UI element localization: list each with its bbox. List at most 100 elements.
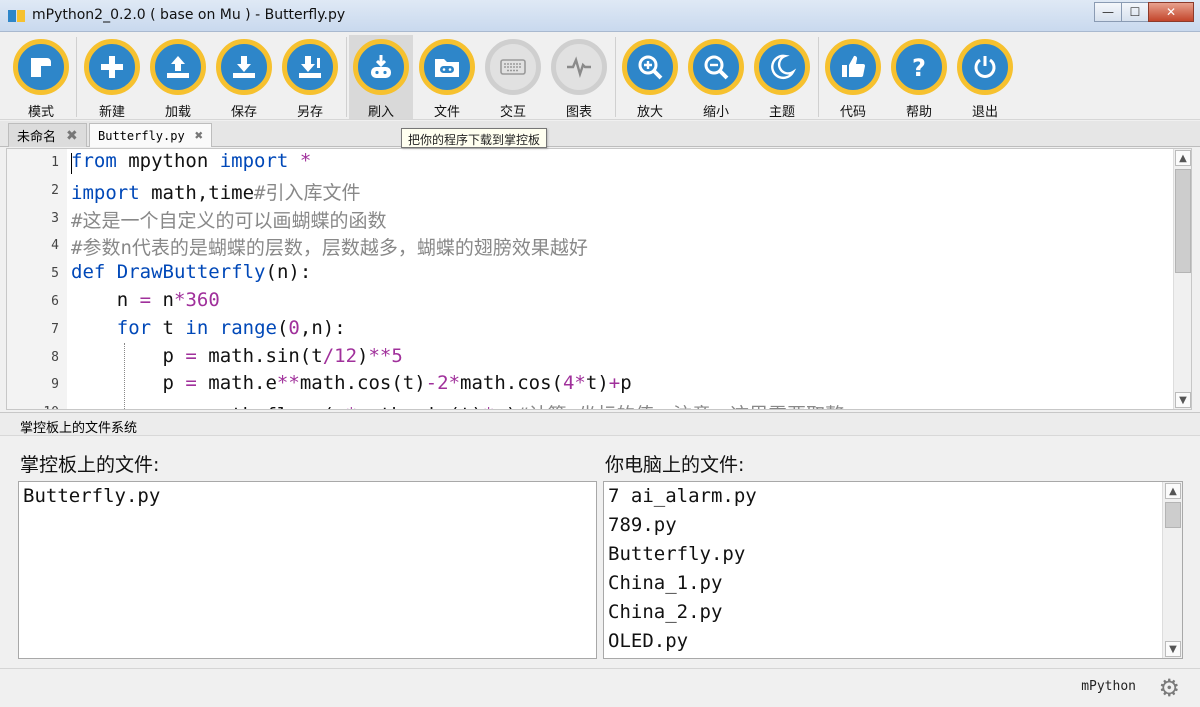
toolbar-separator	[76, 37, 77, 117]
line-number: 4	[51, 238, 59, 254]
new-label: 新建	[98, 105, 125, 120]
editor-scrollbar[interactable]: ▲ ▼	[1173, 149, 1191, 409]
zoom-out-icon	[688, 39, 744, 95]
code-line: #这是一个自定义的可以画蝴蝶的函数	[71, 209, 387, 232]
zoom-in-icon	[622, 39, 678, 95]
save-as-button[interactable]: 另存	[278, 35, 342, 120]
list-item[interactable]: China_2.py	[604, 598, 1182, 627]
computer-files-title: 你电脑上的文件:	[605, 454, 745, 476]
toolbar: 模式 新建 加载 保存 另存 刷入 文件 交互 图表 放大 缩小 主题 代码 ?…	[0, 33, 1200, 120]
list-item[interactable]: 7 ai_alarm.py	[604, 482, 1182, 511]
load-label: 加载	[164, 105, 191, 120]
tab-label: Butterfly.py	[98, 128, 185, 143]
power-icon	[957, 39, 1013, 95]
status-bar: mPython ⚙	[0, 668, 1200, 707]
board-files-title: 掌控板上的文件:	[20, 454, 160, 476]
zoom-in-button[interactable]: 放大	[618, 35, 682, 120]
download-icon	[216, 39, 272, 95]
save-as-icon	[282, 39, 338, 95]
scroll-up-arrow-icon[interactable]: ▲	[1165, 483, 1181, 499]
list-item[interactable]: 789.py	[604, 511, 1182, 540]
files-label: 文件	[433, 105, 460, 120]
help-button[interactable]: ? 帮助	[887, 35, 951, 120]
file-system-header: 掌控板上的文件系统	[0, 412, 1200, 436]
save-button[interactable]: 保存	[212, 35, 276, 120]
plotter-button[interactable]: 图表	[547, 35, 611, 120]
line-number: 8	[51, 349, 59, 365]
flash-button[interactable]: 刷入	[349, 35, 413, 120]
code-line: n = n*360	[71, 288, 220, 311]
code-line: p = math.sin(t/12)**5	[71, 344, 403, 367]
folder-icon	[419, 39, 475, 95]
code-line: def DrawButterfly(n):	[71, 261, 312, 284]
list-item[interactable]: Butterfly.py	[604, 540, 1182, 569]
zoom-in-label: 放大	[636, 105, 663, 120]
flash-label: 刷入	[367, 105, 394, 120]
repl-button[interactable]: 交互	[481, 35, 545, 120]
window-title: mPython2_0.2.0 ( base on Mu ) - Butterfl…	[32, 7, 346, 23]
mode-indicator: mPython	[1081, 679, 1136, 694]
zoom-out-label: 缩小	[702, 105, 729, 120]
list-item[interactable]: Butterfly.py	[19, 482, 596, 511]
window-controls: — ☐ ✕	[1094, 2, 1194, 22]
close-tab-icon[interactable]: ✖	[66, 128, 78, 144]
file-list-scrollbar[interactable]: ▲ ▼	[1162, 482, 1182, 658]
plus-icon	[84, 39, 140, 95]
maximize-button[interactable]: ☐	[1121, 2, 1149, 22]
scroll-down-arrow-icon[interactable]: ▼	[1175, 392, 1191, 408]
tab-butterfly[interactable]: Butterfly.py ✖	[89, 123, 213, 147]
code-line: p = math.e**math.cos(t)-2*math.cos(4*t)+…	[71, 372, 632, 395]
computer-file-list[interactable]: 7 ai_alarm.py 789.py Butterfly.py China_…	[603, 481, 1183, 659]
gear-icon[interactable]: ⚙	[1158, 674, 1180, 702]
plotter-label: 图表	[565, 105, 592, 120]
question-icon: ?	[891, 39, 947, 95]
mode-button[interactable]: 模式	[9, 35, 73, 120]
text-cursor	[71, 153, 72, 174]
board-file-list[interactable]: Butterfly.py	[18, 481, 597, 659]
files-button[interactable]: 文件	[415, 35, 479, 120]
close-tab-icon[interactable]: ✖	[195, 128, 203, 144]
code-editor[interactable]: 1 from mpython import * 2 import math,time…	[6, 148, 1192, 410]
line-number: 3	[51, 210, 59, 226]
mode-icon	[13, 39, 69, 95]
tab-label: 未命名	[17, 130, 57, 145]
repl-label: 交互	[499, 105, 526, 120]
zoom-out-button[interactable]: 缩小	[684, 35, 748, 120]
load-button[interactable]: 加载	[146, 35, 210, 120]
flash-board-icon	[353, 39, 409, 95]
save-as-label: 另存	[296, 105, 323, 120]
toolbar-separator	[346, 37, 347, 117]
flash-tooltip: 把你的程序下载到掌控板	[401, 128, 548, 148]
scroll-up-arrow-icon[interactable]: ▲	[1175, 150, 1191, 166]
help-label: 帮助	[905, 105, 932, 120]
close-window-button[interactable]: ✕	[1148, 2, 1194, 22]
code-line: from mpython import *	[71, 150, 312, 172]
tab-bar: 未命名 ✖ Butterfly.py ✖	[0, 121, 1200, 147]
line-number: 6	[51, 293, 59, 309]
line-number: 10	[7, 405, 59, 409]
theme-button[interactable]: 主题	[750, 35, 814, 120]
scroll-thumb[interactable]	[1175, 169, 1191, 273]
scroll-down-arrow-icon[interactable]: ▼	[1165, 641, 1181, 657]
code-button[interactable]: 代码	[821, 35, 885, 120]
thumbs-up-icon	[825, 39, 881, 95]
waveform-icon	[551, 39, 607, 95]
new-button[interactable]: 新建	[80, 35, 144, 120]
list-item[interactable]: China_1.py	[604, 569, 1182, 598]
keyboard-icon	[485, 39, 541, 95]
tab-untitled[interactable]: 未命名 ✖	[8, 123, 87, 147]
quit-button[interactable]: 退出	[953, 35, 1017, 120]
title-bar: mPython2_0.2.0 ( base on Mu ) - Butterfl…	[0, 0, 1200, 32]
svg-text:?: ?	[912, 54, 926, 82]
scroll-thumb[interactable]	[1165, 502, 1181, 528]
list-item[interactable]: OLED.py	[604, 627, 1182, 656]
minimize-button[interactable]: —	[1094, 2, 1122, 22]
code-label: 代码	[839, 105, 866, 120]
code-lines: 1 from mpython import * 2 import math,time…	[7, 149, 1173, 409]
line-number: 1	[51, 155, 59, 170]
app-logo-icon	[8, 10, 25, 22]
theme-label: 主题	[768, 105, 795, 120]
code-line: x = math.floor(a*math.sin(t)*p)#计算x坐标的值，…	[71, 400, 845, 409]
line-number: 7	[51, 321, 59, 337]
quit-label: 退出	[971, 105, 998, 120]
